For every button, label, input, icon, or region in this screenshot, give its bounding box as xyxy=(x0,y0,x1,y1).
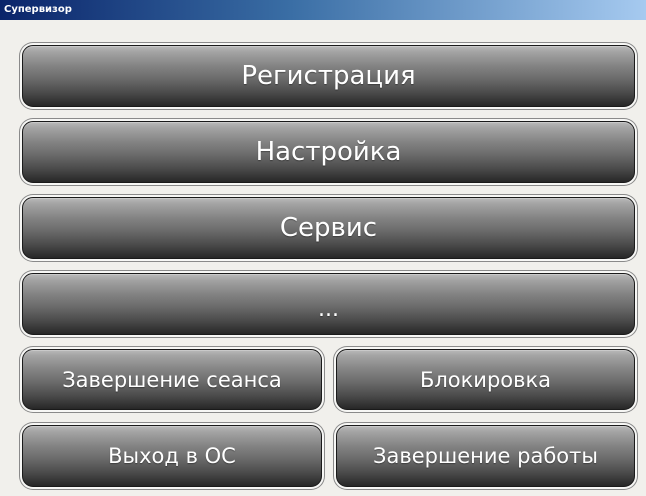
settings-button[interactable]: Настройка xyxy=(22,121,635,183)
end-session-button-label: Завершение сеанса xyxy=(62,367,282,392)
more-button-label: ... xyxy=(318,296,339,322)
registration-button[interactable]: Регистрация xyxy=(22,45,635,107)
service-button-label: Сервис xyxy=(279,213,378,243)
registration-button-label: Регистрация xyxy=(241,61,416,91)
window-title: Супервизор xyxy=(4,4,72,15)
lock-button-label: Блокировка xyxy=(419,367,552,392)
shutdown-button[interactable]: Завершение работы xyxy=(336,425,635,487)
exit-os-button[interactable]: Выход в ОС xyxy=(22,425,322,487)
more-button[interactable]: ... xyxy=(22,273,635,335)
lock-button[interactable]: Блокировка xyxy=(336,349,635,410)
exit-os-button-label: Выход в ОС xyxy=(108,444,236,468)
window-title-bar[interactable]: Супервизор xyxy=(0,0,646,20)
service-button[interactable]: Сервис xyxy=(22,197,635,259)
supervisor-window: Супервизор Регистрация Настройка Сервис … xyxy=(0,0,646,496)
settings-button-label: Настройка xyxy=(255,137,402,167)
shutdown-button-label: Завершение работы xyxy=(373,444,598,468)
end-session-button[interactable]: Завершение сеанса xyxy=(22,349,322,410)
